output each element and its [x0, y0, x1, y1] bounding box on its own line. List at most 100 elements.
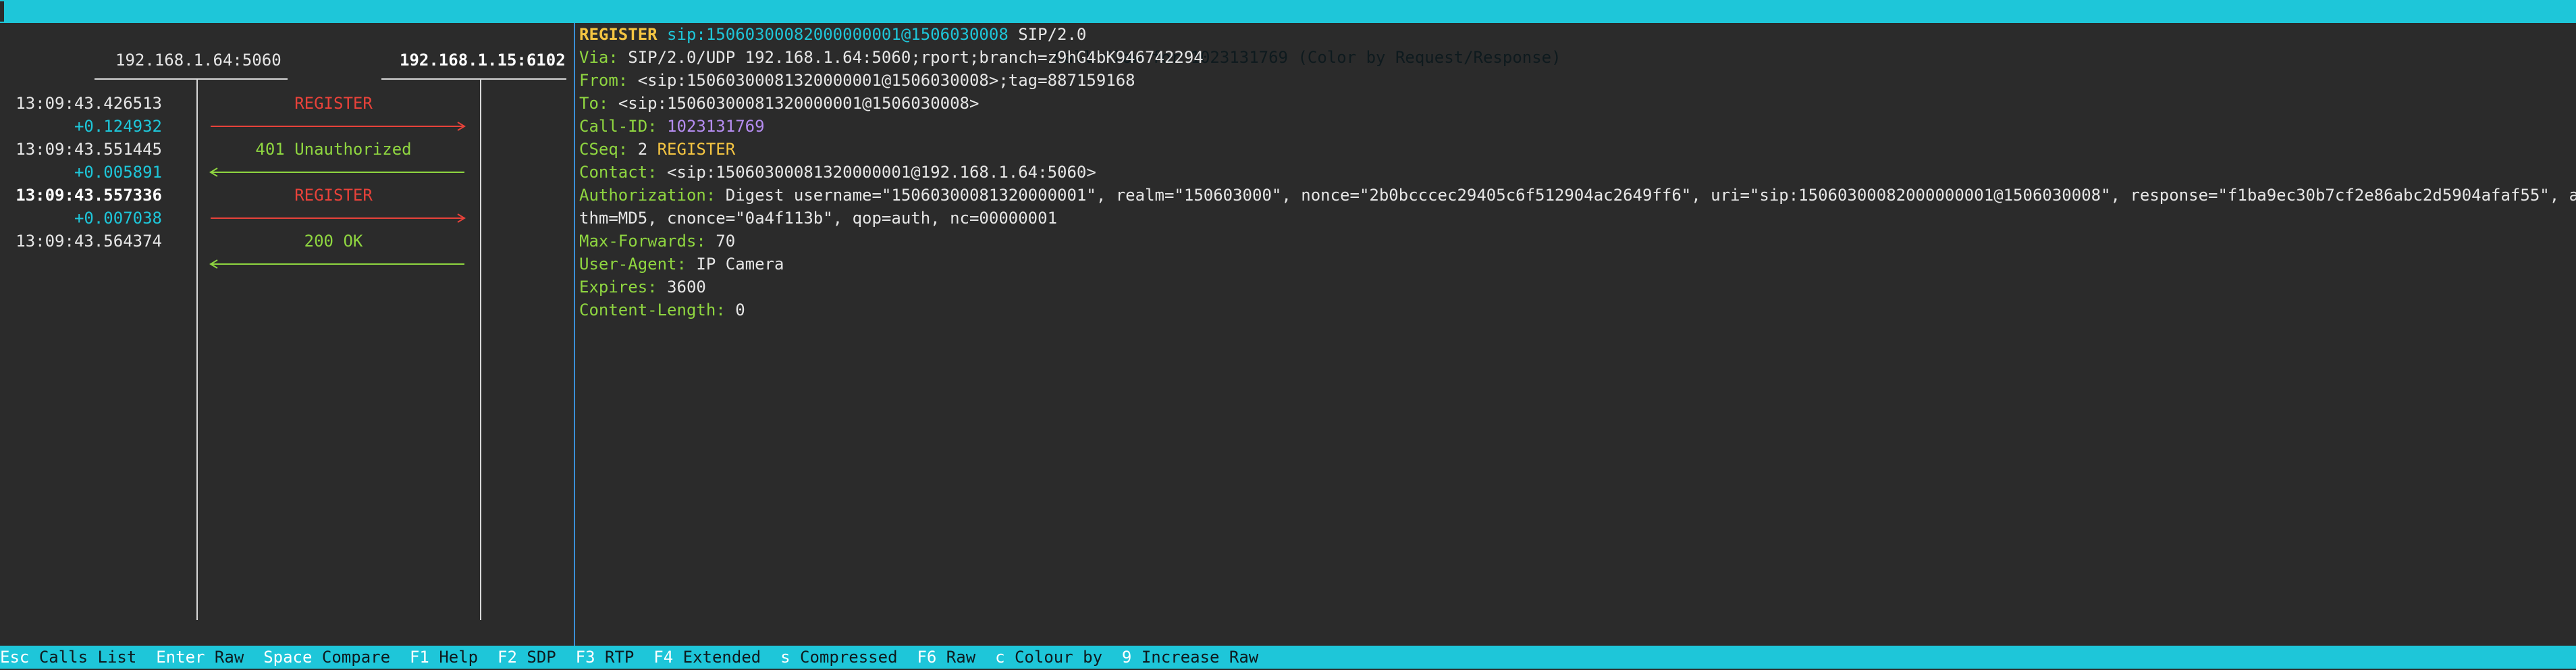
shortcut-item[interactable]: c Colour by	[995, 646, 1102, 669]
shortcut-label: Increase Raw	[1141, 648, 1259, 667]
request-method: REGISTER	[579, 25, 658, 44]
shortcut-key: F6	[917, 648, 937, 667]
shortcut-label: Help	[439, 648, 479, 667]
shortcut-item[interactable]: Enter Raw	[156, 646, 244, 669]
header-via: Via: SIP/2.0/UDP 192.168.1.64:5060;rport…	[579, 46, 2571, 69]
message-delta: +0.124932	[74, 117, 162, 136]
shortcut-item[interactable]: Space Compare	[263, 646, 390, 669]
shortcut-key: F2	[498, 648, 517, 667]
arrow-right-icon[interactable]	[209, 120, 466, 133]
title-bar-corner	[0, 1, 4, 22]
sngrep-terminal: Call flow for 1023131769 (Color by Reque…	[0, 0, 2576, 670]
call-flow-pane[interactable]: 192.168.1.64:5060 192.168.1.15:6102 13:0…	[0, 23, 574, 646]
shortcut-item[interactable]: s Compressed	[780, 646, 897, 669]
header-from: From: <sip:15060300081320000001@15060300…	[579, 69, 2571, 92]
shortcut-label: RTP	[605, 648, 635, 667]
header-value: 0	[735, 301, 745, 319]
request-line: REGISTER sip:15060300082000000001@150603…	[579, 23, 2571, 46]
cseq-method: REGISTER	[657, 140, 736, 159]
shortcut-key: Space	[263, 648, 313, 667]
header-name: CSeq:	[579, 140, 628, 159]
header-name: To:	[579, 94, 609, 113]
shortcut-item[interactable]: 9 Increase Raw	[1122, 646, 1258, 669]
shortcut-item[interactable]: Esc Calls List	[0, 646, 136, 669]
header-contact: Contact: <sip:15060300081320000001@192.1…	[579, 161, 2571, 184]
header-value: 3600	[667, 278, 706, 297]
message-timestamp: 13:09:43.551445	[16, 140, 162, 159]
header-max-forwards: Max-Forwards: 70	[579, 230, 2571, 253]
key-shortcut-bar: Esc Calls List Enter Raw Space Compare F…	[0, 646, 2576, 669]
shortcut-item[interactable]: F2 SDP	[498, 646, 556, 669]
shortcut-key: 9	[1121, 648, 1132, 667]
message-label[interactable]: 401 Unauthorized	[205, 138, 462, 161]
arrow-left-icon[interactable]	[209, 257, 466, 271]
header-name: User-Agent:	[579, 255, 687, 274]
request-uri: sip:15060300082000000001@1506030008	[667, 25, 1009, 44]
header-to: To: <sip:15060300081320000001@1506030008…	[579, 92, 2571, 115]
header-name: Authorization:	[579, 186, 716, 205]
cseq-number: 2	[637, 140, 648, 159]
arrow-right-icon[interactable]	[209, 211, 466, 225]
header-value: IP Camera	[696, 255, 784, 274]
message-delta: +0.005891	[74, 163, 162, 182]
header-value: <sip:15060300081320000001@1506030008>	[618, 94, 980, 113]
shortcut-label: Raw	[214, 648, 244, 667]
header-user-agent: User-Agent: IP Camera	[579, 253, 2571, 276]
header-content-length: Content-Length: 0	[579, 299, 2571, 321]
shortcut-key: F4	[653, 648, 674, 667]
shortcut-key: F1	[409, 648, 429, 667]
shortcut-label: Extended	[682, 648, 761, 667]
host-left-underline	[95, 78, 288, 80]
header-value: <sip:15060300081320000001@192.168.1.64:5…	[667, 163, 1096, 182]
host-left-label: 192.168.1.64:5060	[115, 51, 281, 70]
header-value: SIP/2.0/UDP 192.168.1.64:5060;rport;bran…	[628, 48, 1204, 67]
call-id-value: 1023131769	[667, 117, 765, 136]
shortcut-label: Raw	[946, 648, 976, 667]
shortcut-label: Compare	[321, 648, 391, 667]
pane-separator	[574, 23, 575, 646]
header-cseq: CSeq: 2 REGISTER	[579, 138, 2571, 161]
message-label[interactable]: REGISTER	[205, 92, 462, 115]
arrow-left-icon[interactable]	[209, 165, 466, 179]
authorization-value-line1: Digest username="15060300081320000001", …	[725, 186, 2576, 205]
shortcut-label: Compressed	[800, 648, 898, 667]
host-right-underline	[381, 78, 566, 80]
host-right-lifeline	[480, 80, 481, 620]
host-right-label: 192.168.1.15:6102	[400, 51, 566, 70]
header-value: 70	[716, 232, 736, 251]
shortcut-key: c	[995, 648, 1005, 667]
header-name: Expires:	[579, 278, 658, 297]
sip-message-detail: REGISTER sip:15060300082000000001@150603…	[579, 23, 2576, 321]
shortcut-label: Colour by	[1014, 648, 1103, 667]
shortcut-key: s	[780, 648, 790, 667]
message-label[interactable]: REGISTER	[205, 184, 462, 207]
shortcut-key: Enter	[156, 648, 205, 667]
header-value: <sip:15060300081320000001@1506030008>;ta…	[637, 71, 1135, 90]
message-delta: +0.007038	[74, 209, 162, 228]
header-authorization: Authorization: Digest username="15060300…	[579, 184, 2576, 207]
header-name: Call-ID:	[579, 117, 658, 136]
shortcut-item[interactable]: F6 Raw	[917, 646, 975, 669]
header-name: From:	[579, 71, 628, 90]
message-label[interactable]: 200 OK	[205, 230, 462, 253]
header-call-id: Call-ID: 1023131769	[579, 115, 2571, 138]
header-name: Content-Length:	[579, 301, 726, 319]
header-name: Max-Forwards:	[579, 232, 706, 251]
header-expires: Expires: 3600	[579, 276, 2571, 299]
shortcut-item[interactable]: F1 Help	[410, 646, 478, 669]
header-name: Contact:	[579, 163, 658, 182]
message-timestamp: 13:09:43.564374	[16, 232, 162, 251]
shortcut-label: SDP	[527, 648, 556, 667]
authorization-value-line2: thm=MD5, cnonce="0a4f113b", qop=auth, nc…	[579, 209, 1058, 228]
message-timestamp: 13:09:43.426513	[16, 94, 162, 113]
shortcut-key: Esc	[0, 648, 30, 667]
window-title-bar: Call flow for 1023131769 (Color by Reque…	[0, 0, 2576, 67]
shortcut-item[interactable]: F3 RTP	[576, 646, 635, 669]
shortcut-item[interactable]: F4 Extended	[653, 646, 761, 669]
shortcut-label: Calls List	[38, 648, 137, 667]
message-timestamp: 13:09:43.557336	[16, 186, 162, 205]
header-authorization-continued: thm=MD5, cnonce="0a4f113b", qop=auth, nc…	[579, 207, 2571, 230]
header-name: Via:	[579, 48, 618, 67]
host-left-lifeline	[196, 80, 198, 620]
sip-version: SIP/2.0	[1018, 25, 1087, 44]
